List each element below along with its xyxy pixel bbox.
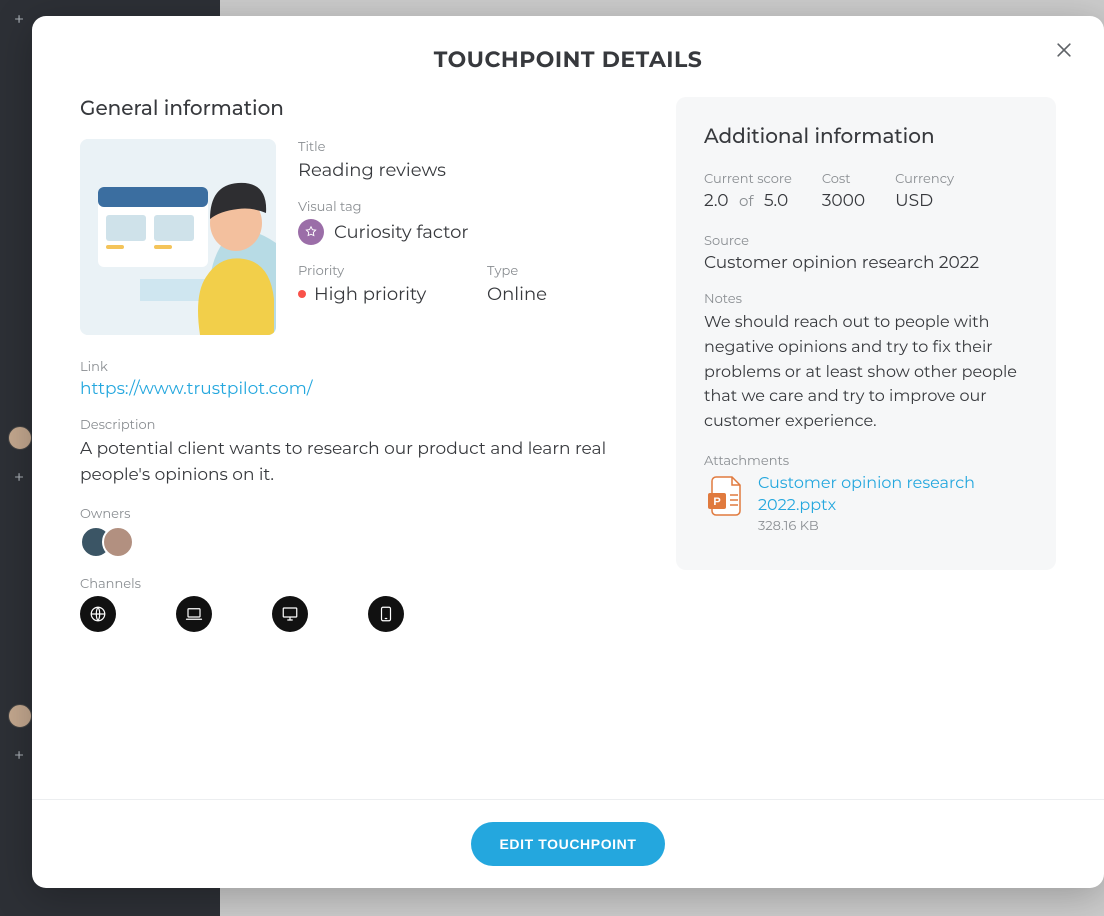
cost-label: Cost <box>822 171 865 187</box>
desktop-channel-icon[interactable] <box>272 596 308 632</box>
laptop-channel-icon[interactable] <box>176 596 212 632</box>
modal-header: TOUCHPOINT DETAILS <box>32 16 1104 73</box>
visual-tag-value: Curiosity factor <box>334 221 469 243</box>
owners-label: Owners <box>80 506 636 522</box>
channels-label: Channels <box>80 576 636 592</box>
svg-text:P: P <box>713 496 720 508</box>
edit-touchpoint-button[interactable]: EDIT TOUCHPOINT <box>471 822 664 866</box>
channels-row <box>80 596 636 632</box>
additional-information-panel: Additional information Current score 2.0… <box>676 97 1056 570</box>
visual-tag-label: Visual tag <box>298 199 636 215</box>
attachment-item[interactable]: P Customer opinion research 2022.pptx 32… <box>704 473 1028 534</box>
close-button[interactable] <box>1044 30 1084 70</box>
priority-value: High priority <box>314 283 426 305</box>
modal-footer: EDIT TOUCHPOINT <box>32 799 1104 888</box>
additional-heading: Additional information <box>704 125 1028 149</box>
notes-value: We should reach out to people with negat… <box>704 311 1028 435</box>
website-channel-icon[interactable] <box>80 596 116 632</box>
plus-icon: + <box>8 744 30 766</box>
powerpoint-file-icon: P <box>704 473 744 517</box>
close-icon <box>1054 40 1074 60</box>
modal-title: TOUCHPOINT DETAILS <box>56 46 1080 73</box>
star-icon <box>298 219 324 245</box>
current-score-value: 2.0 of 5.0 <box>704 191 792 211</box>
additional-information-section: Additional information Current score 2.0… <box>676 97 1056 779</box>
priority-dot-icon <box>298 290 306 298</box>
source-value: Customer opinion research 2022 <box>704 253 1028 273</box>
attachments-label: Attachments <box>704 453 1028 469</box>
notes-label: Notes <box>704 291 1028 307</box>
plus-icon: + <box>8 466 30 488</box>
tablet-channel-icon[interactable] <box>368 596 404 632</box>
link-label: Link <box>80 359 636 375</box>
touchpoint-illustration <box>80 139 276 335</box>
general-heading: General information <box>80 97 636 121</box>
link-value[interactable]: https://www.trustpilot.com/ <box>80 379 312 399</box>
priority-label: Priority <box>298 263 447 279</box>
modal-body: General information <box>32 73 1104 799</box>
description-value: A potential client wants to research our… <box>80 437 636 488</box>
source-label: Source <box>704 233 1028 249</box>
current-score-label: Current score <box>704 171 792 187</box>
general-meta-stack: Title Reading reviews Visual tag Curiosi… <box>298 139 636 335</box>
avatar <box>8 426 32 450</box>
plus-icon: + <box>8 8 30 30</box>
general-upper-row: Title Reading reviews Visual tag Curiosi… <box>80 139 636 335</box>
attachment-name: Customer opinion research 2022.pptx <box>758 473 1028 516</box>
title-value: Reading reviews <box>298 159 636 181</box>
currency-label: Currency <box>895 171 954 187</box>
type-value: Online <box>487 283 636 305</box>
attachment-size: 328.16 KB <box>758 518 1028 534</box>
currency-value: USD <box>895 191 954 211</box>
cost-value: 3000 <box>822 191 865 211</box>
avatar <box>8 704 32 728</box>
title-label: Title <box>298 139 636 155</box>
owners-avatar-stack <box>80 526 636 558</box>
general-information-section: General information <box>80 97 636 779</box>
type-label: Type <box>487 263 636 279</box>
description-label: Description <box>80 417 636 433</box>
touchpoint-details-modal: TOUCHPOINT DETAILS General information <box>32 16 1104 888</box>
owner-avatar[interactable] <box>102 526 134 558</box>
